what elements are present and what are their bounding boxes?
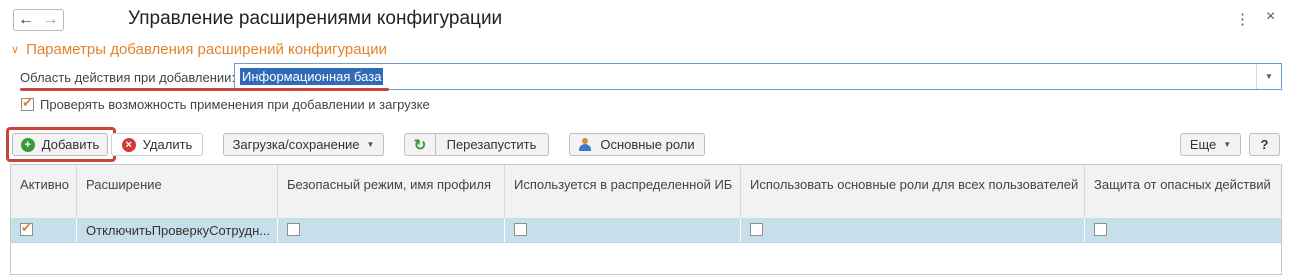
main-roles-button[interactable]: Основные роли (569, 133, 705, 156)
highlight-underline (20, 88, 389, 91)
add-button[interactable]: + Добавить (12, 133, 108, 156)
check-applicability-checkbox[interactable] (21, 95, 34, 111)
cell-distributed[interactable] (505, 218, 741, 242)
table-row[interactable]: ОтключитьПроверкуСотрудн... (11, 218, 1281, 243)
safe-mode-checkbox[interactable] (287, 223, 300, 236)
cell-danger-protection[interactable] (1085, 218, 1281, 242)
close-icon[interactable]: × (1266, 8, 1275, 26)
delete-button[interactable]: × Удалить (111, 133, 203, 156)
help-icon: ? (1260, 137, 1269, 152)
restart-label: Перезапустить (446, 137, 537, 152)
load-save-button[interactable]: Загрузка/сохранение ▼ (223, 133, 384, 156)
distributed-checkbox[interactable] (514, 223, 527, 236)
restart-button[interactable]: ↻ Перезапустить (404, 133, 549, 156)
main-roles-label: Основные роли (600, 137, 695, 152)
caret-down-icon: ▼ (366, 140, 375, 149)
more-button[interactable]: Еще ▼ (1180, 133, 1241, 156)
section-header[interactable]: ∨ Параметры добавления расширений конфиг… (11, 41, 387, 58)
cell-safe-mode[interactable] (278, 218, 505, 242)
chevron-down-icon: ∨ (11, 44, 20, 56)
refresh-icon: ↻ (405, 134, 436, 155)
arrow-right-icon: → (42, 11, 59, 28)
column-header-active[interactable]: Активно (11, 165, 77, 218)
more-actions-icon[interactable]: ⋮ (1235, 10, 1250, 28)
cell-main-roles[interactable] (741, 218, 1085, 242)
user-icon (579, 138, 592, 151)
column-header-distributed[interactable]: Используется в распределенной ИБ (505, 165, 741, 218)
column-header-danger-protection[interactable]: Защита от опасных действий (1085, 165, 1281, 218)
table-header: Активно Расширение Безопасный режим, имя… (11, 165, 1281, 219)
caret-down-icon: ▼ (1223, 140, 1232, 149)
delete-button-label: Удалить (142, 137, 193, 152)
dropdown-arrow-icon[interactable]: ▼ (1256, 64, 1281, 89)
scope-field-label: Область действия при добавлении: (20, 70, 236, 85)
check-applicability-label: Проверять возможность применения при доб… (40, 97, 430, 112)
back-button[interactable]: ← (13, 9, 39, 31)
column-header-extension[interactable]: Расширение (77, 165, 278, 218)
column-header-main-roles[interactable]: Использовать основные роли для всех поль… (741, 165, 1085, 218)
more-label: Еще (1189, 137, 1217, 152)
column-header-safe-mode[interactable]: Безопасный режим, имя профиля (278, 165, 505, 218)
scope-value[interactable]: Информационная база (240, 68, 384, 85)
load-save-label: Загрузка/сохранение (232, 137, 360, 152)
scope-combobox[interactable]: Информационная база ▼ (234, 63, 1282, 90)
help-button[interactable]: ? (1249, 133, 1280, 156)
forward-button[interactable]: → (38, 9, 64, 31)
cell-extension[interactable]: ОтключитьПроверкуСотрудн... (77, 218, 278, 242)
cell-active[interactable] (11, 218, 77, 242)
arrow-left-icon: ← (18, 11, 34, 28)
delete-icon: × (121, 137, 136, 152)
danger-protection-checkbox[interactable] (1094, 223, 1107, 236)
active-checkbox[interactable] (20, 220, 33, 236)
add-button-label: Добавить (41, 137, 100, 152)
check-applicability-option[interactable]: Проверять возможность применения при доб… (21, 95, 430, 112)
window-title: Управление расширениями конфигурации (128, 8, 503, 29)
plus-icon: + (20, 137, 35, 152)
main-roles-checkbox[interactable] (750, 223, 763, 236)
extensions-table[interactable]: Активно Расширение Безопасный режим, имя… (10, 164, 1282, 275)
section-title: Параметры добавления расширений конфигур… (26, 41, 387, 58)
